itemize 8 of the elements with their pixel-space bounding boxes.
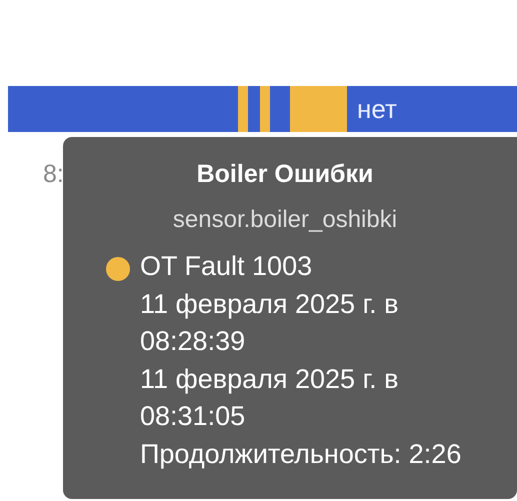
state-label: нет bbox=[357, 94, 397, 124]
tooltip-title: Boiler Ошибки bbox=[196, 159, 374, 189]
duration-text: Продолжительность: 2:26 bbox=[140, 438, 462, 471]
entity-id: sensor.boiler_oshibki bbox=[172, 205, 398, 235]
state-text: OT Fault 1003 bbox=[140, 250, 314, 283]
end-time: 11 февраля 2025 г. в 08:31:05 bbox=[140, 362, 400, 433]
start-time: 11 февраля 2025 г. в 08:28:39 bbox=[140, 288, 400, 358]
axis-label: 8: bbox=[43, 160, 64, 189]
